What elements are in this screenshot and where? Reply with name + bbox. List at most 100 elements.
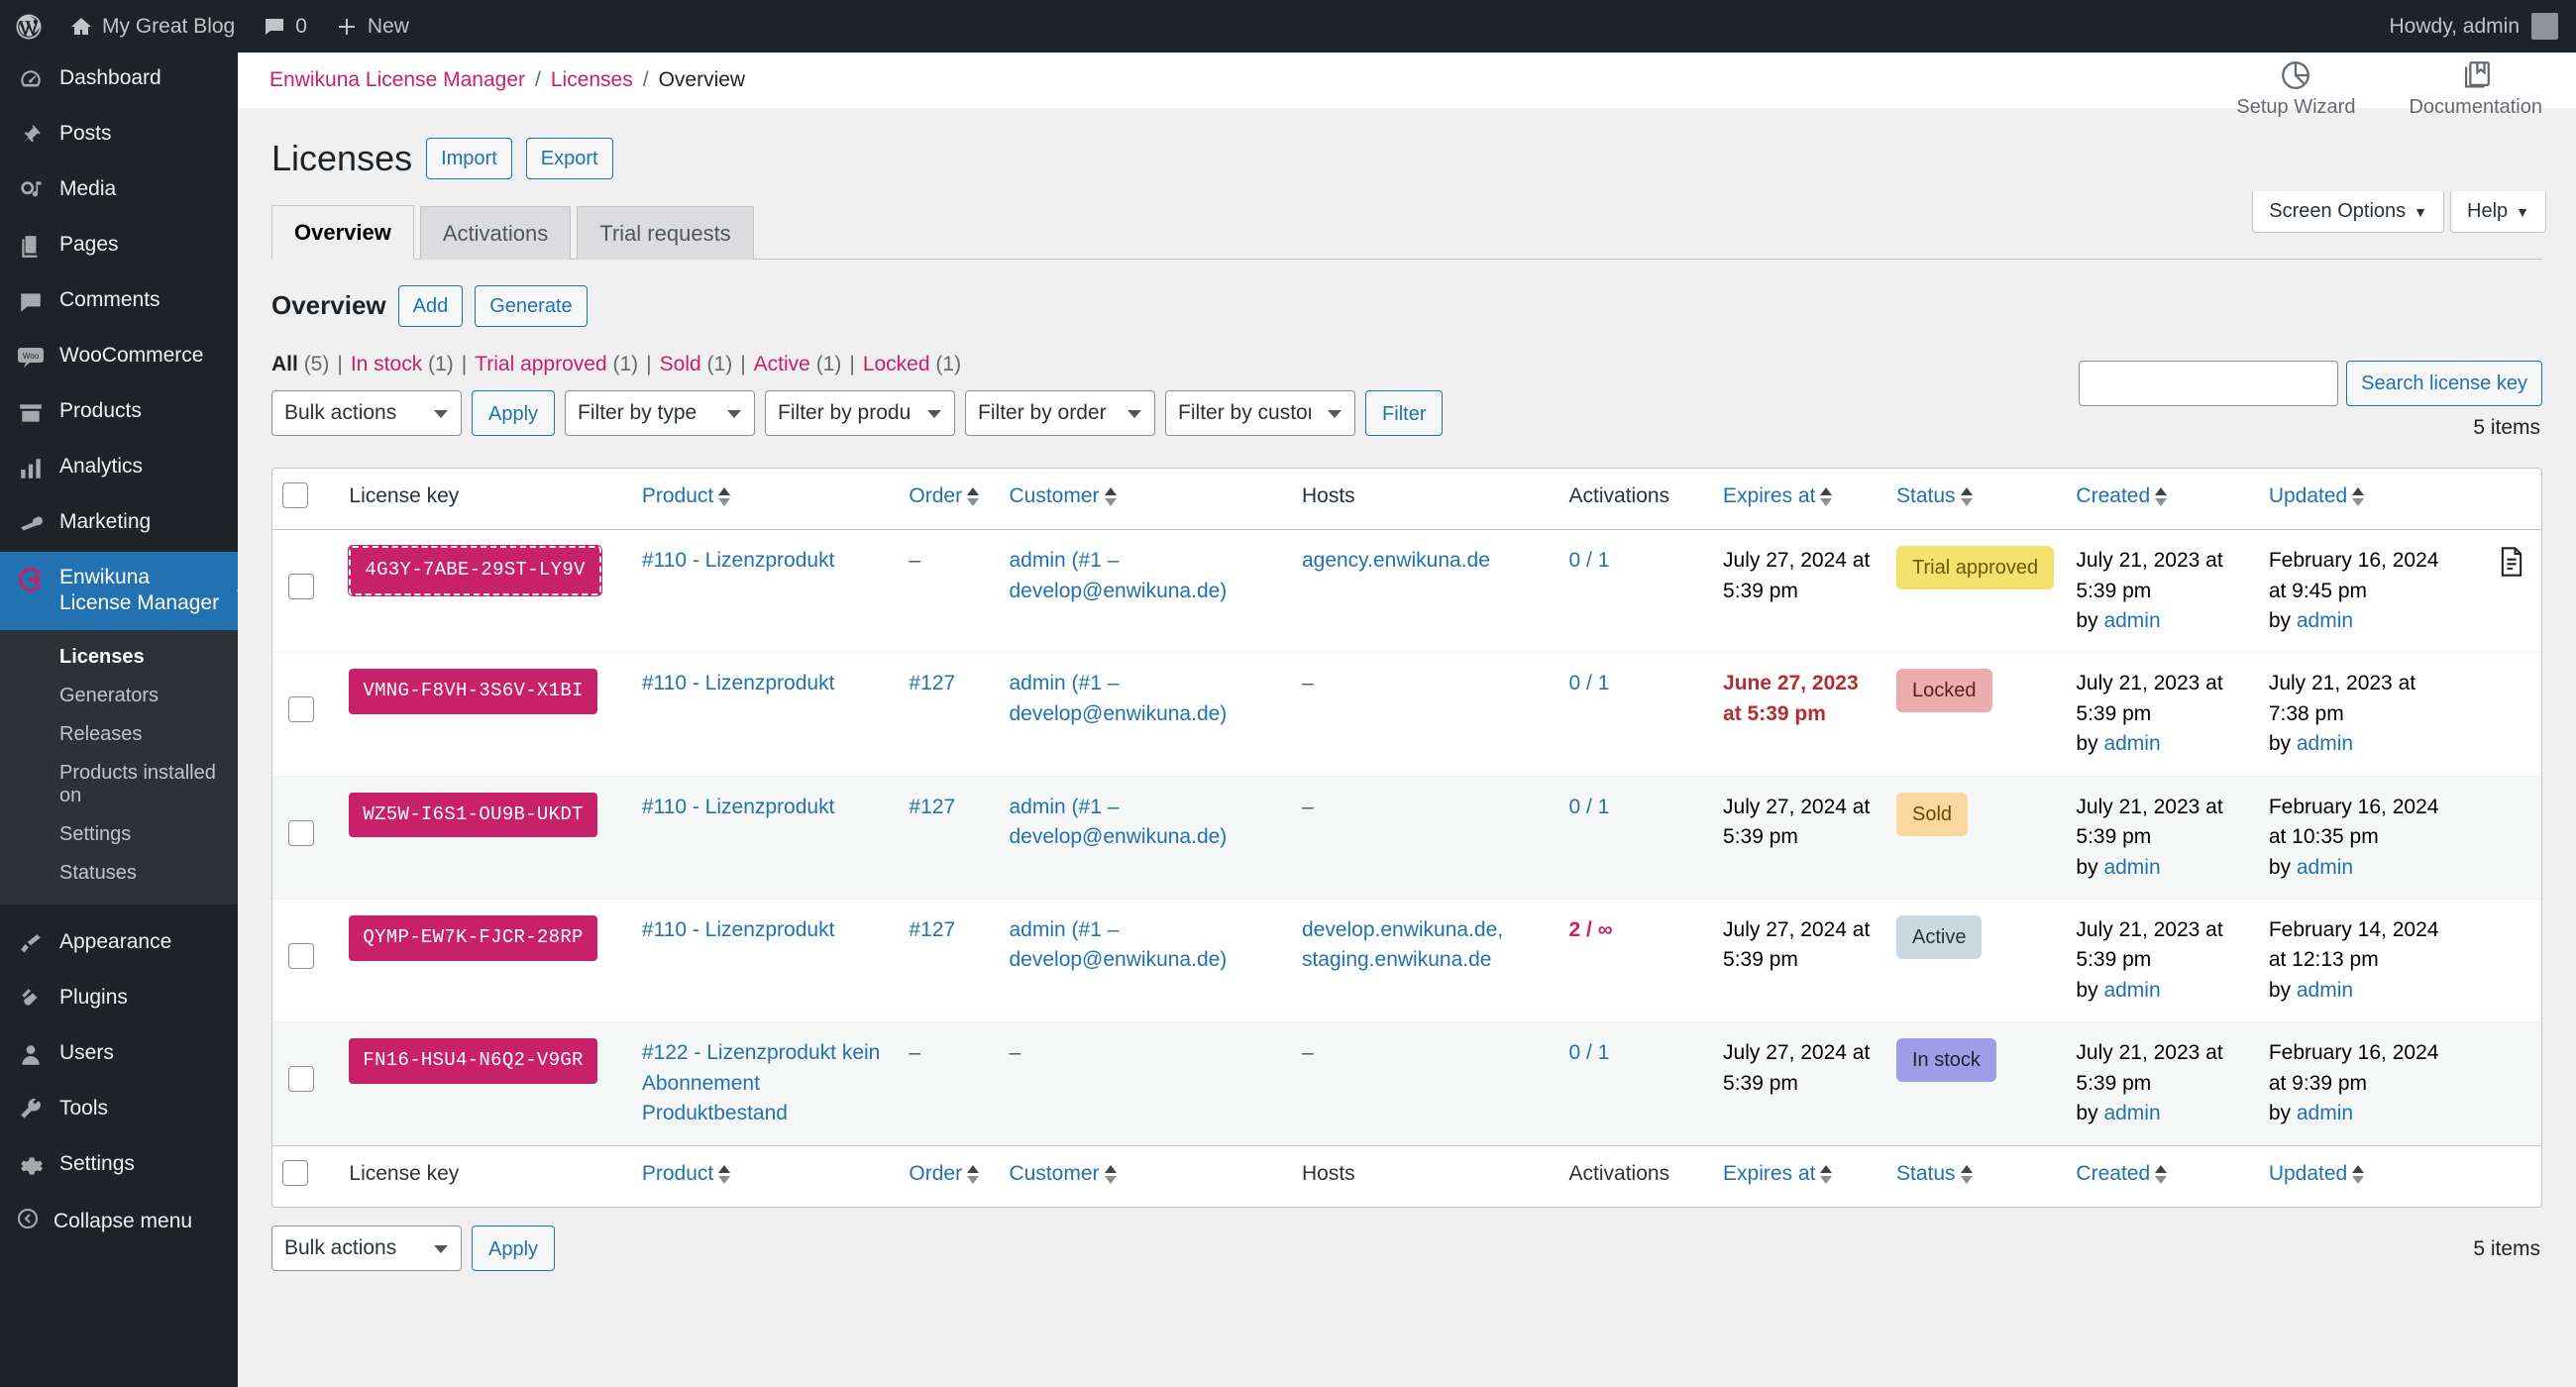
apply-button-top[interactable]: Apply (472, 389, 556, 436)
sort-updated-link-footer[interactable]: Updated (2269, 1162, 2347, 1185)
tab-trial-requests[interactable]: Trial requests (577, 205, 754, 260)
activations-value[interactable]: 0 / 1 (1569, 549, 1610, 572)
sort-arrows-icon[interactable] (2155, 486, 2168, 506)
sidebar-item-appearance[interactable]: Appearance (0, 916, 238, 972)
sidebar-subitem-products-installed-on[interactable]: Products installed on (0, 754, 238, 815)
sort-arrows-icon[interactable] (2352, 486, 2365, 506)
product-link[interactable]: #122 - Lizenzprodukt kein Abonnement Pro… (642, 1041, 881, 1124)
sidebar-item-users[interactable]: Users (0, 1027, 238, 1083)
updated-by-link[interactable]: admin (2297, 732, 2353, 755)
created-by-link[interactable]: admin (2103, 979, 2160, 1002)
status-filter-all[interactable]: All (5) (271, 353, 329, 375)
sort-arrows-icon[interactable] (1820, 1164, 1833, 1184)
sort-status-link[interactable]: Status (1896, 484, 1956, 507)
generate-button[interactable]: Generate (475, 284, 588, 327)
sidebar-item-marketing[interactable]: Marketing (0, 496, 238, 552)
sort-arrows-icon[interactable] (1960, 1164, 1973, 1184)
customer-link[interactable]: admin (#1 – develop@enwikuna.de) (1010, 672, 1228, 724)
sidebar-subitem-statuses[interactable]: Statuses (0, 854, 238, 893)
bulk-actions-select[interactable]: Bulk actions (271, 389, 462, 436)
documentation-button[interactable]: Documentation (2409, 58, 2542, 119)
sidebar-item-pages[interactable]: Pages (0, 219, 238, 274)
search-license-key-button[interactable]: Search license key (2346, 360, 2542, 406)
comments-bubble[interactable]: 0 (249, 0, 321, 53)
sort-expires-link-footer[interactable]: Expires at (1723, 1162, 1815, 1185)
status-filter-sold[interactable]: Sold (1) (660, 353, 733, 375)
tab-activations[interactable]: Activations (419, 205, 572, 260)
product-link[interactable]: #110 - Lizenzprodukt (642, 549, 835, 572)
created-by-link[interactable]: admin (2103, 856, 2160, 879)
import-button[interactable]: Import (426, 138, 512, 180)
bulk-actions-select-bottom[interactable]: Bulk actions (271, 1225, 462, 1271)
sort-arrows-icon[interactable] (2352, 1164, 2365, 1184)
sidebar-item-dashboard[interactable]: Dashboard (0, 53, 238, 108)
updated-by-link[interactable]: admin (2297, 856, 2353, 879)
status-filter-locked[interactable]: Locked (1) (863, 353, 961, 375)
new-content-button[interactable]: New (321, 0, 423, 53)
sort-customer-link[interactable]: Customer (1010, 484, 1100, 507)
filter-button[interactable]: Filter (1365, 389, 1444, 436)
sidebar-item-plugins[interactable]: Plugins (0, 972, 238, 1027)
order-link[interactable]: #127 (909, 918, 955, 941)
sidebar-item-woocommerce[interactable]: Woo WooCommerce (0, 330, 238, 385)
sort-updated-link[interactable]: Updated (2269, 484, 2347, 507)
tab-overview[interactable]: Overview (271, 204, 414, 260)
activations-value[interactable]: 2 / ∞ (1569, 918, 1613, 941)
setup-wizard-button[interactable]: Setup Wizard (2236, 58, 2355, 119)
customer-link[interactable]: admin (#1 – develop@enwikuna.de) (1010, 549, 1228, 601)
status-filter-trial-approved[interactable]: Trial approved (1) (475, 353, 638, 375)
product-link[interactable]: #110 - Lizenzprodukt (642, 918, 835, 941)
sidebar-item-enwikuna-license-manager[interactable]: Enwikuna License Manager (0, 552, 238, 630)
activations-value[interactable]: 0 / 1 (1569, 1041, 1610, 1064)
row-checkbox[interactable] (288, 696, 314, 723)
license-key-badge[interactable]: 4G3Y-7ABE-29ST-LY9V (348, 545, 602, 596)
sidebar-item-settings[interactable]: Settings (0, 1138, 238, 1194)
updated-by-link[interactable]: admin (2297, 1102, 2353, 1124)
filter-customer-select[interactable]: Filter by customer (1165, 389, 1356, 436)
sort-created-link-footer[interactable]: Created (2076, 1162, 2150, 1185)
breadcrumb-licenses[interactable]: Licenses (551, 68, 633, 92)
customer-link[interactable]: admin (#1 – develop@enwikuna.de) (1010, 918, 1228, 971)
sidebar-item-products[interactable]: Products (0, 385, 238, 441)
filter-type-select[interactable]: Filter by type (565, 389, 756, 436)
created-by-link[interactable]: admin (2103, 1102, 2160, 1124)
product-link[interactable]: #110 - Lizenzprodukt (642, 672, 835, 694)
breadcrumb-root[interactable]: Enwikuna License Manager (269, 68, 525, 92)
sort-expires-link[interactable]: Expires at (1723, 484, 1815, 507)
sidebar-item-comments[interactable]: Comments (0, 274, 238, 330)
sidebar-subitem-generators[interactable]: Generators (0, 677, 238, 715)
row-checkbox[interactable] (288, 1066, 314, 1093)
sidebar-item-media[interactable]: Media (0, 163, 238, 219)
screen-options-button[interactable]: Screen Options ▼ (2252, 191, 2444, 233)
updated-by-link[interactable]: admin (2297, 609, 2353, 632)
sidebar-subitem-releases[interactable]: Releases (0, 715, 238, 754)
row-checkbox[interactable] (288, 574, 314, 600)
sort-customer-link-footer[interactable]: Customer (1010, 1162, 1100, 1185)
product-link[interactable]: #110 - Lizenzprodukt (642, 796, 835, 818)
order-link[interactable]: #127 (909, 672, 955, 694)
sort-created-link[interactable]: Created (2076, 484, 2150, 507)
host-link[interactable]: develop.enwikuna.de, staging.enwikuna.de (1302, 918, 1503, 971)
activations-value[interactable]: 0 / 1 (1569, 796, 1610, 818)
row-checkbox[interactable] (288, 942, 314, 969)
sort-arrows-icon[interactable] (1820, 486, 1833, 506)
status-filter-active[interactable]: Active (1) (754, 353, 842, 375)
host-link[interactable]: agency.enwikuna.de (1302, 549, 1490, 572)
select-all-checkbox[interactable] (282, 481, 308, 508)
sort-arrows-icon[interactable] (718, 1164, 731, 1184)
customer-link[interactable]: admin (#1 – develop@enwikuna.de) (1010, 796, 1228, 848)
order-link[interactable]: #127 (909, 796, 955, 818)
updated-by-link[interactable]: admin (2297, 979, 2353, 1002)
sort-arrows-icon[interactable] (967, 486, 980, 506)
sort-order-link-footer[interactable]: Order (909, 1162, 962, 1185)
howdy-menu[interactable]: Howdy, admin (2390, 0, 2558, 53)
document-icon[interactable] (2498, 546, 2525, 578)
add-button[interactable]: Add (397, 284, 464, 327)
sort-arrows-icon[interactable] (718, 486, 731, 506)
sort-arrows-icon[interactable] (2155, 1164, 2168, 1184)
license-key-badge[interactable]: FN16-HSU4-N6Q2-V9GR (349, 1038, 597, 1084)
sort-product-link-footer[interactable]: Product (642, 1162, 713, 1185)
select-all-checkbox-footer[interactable] (282, 1159, 308, 1186)
wordpress-logo-icon[interactable] (0, 0, 55, 53)
help-button[interactable]: Help ▼ (2450, 191, 2546, 233)
